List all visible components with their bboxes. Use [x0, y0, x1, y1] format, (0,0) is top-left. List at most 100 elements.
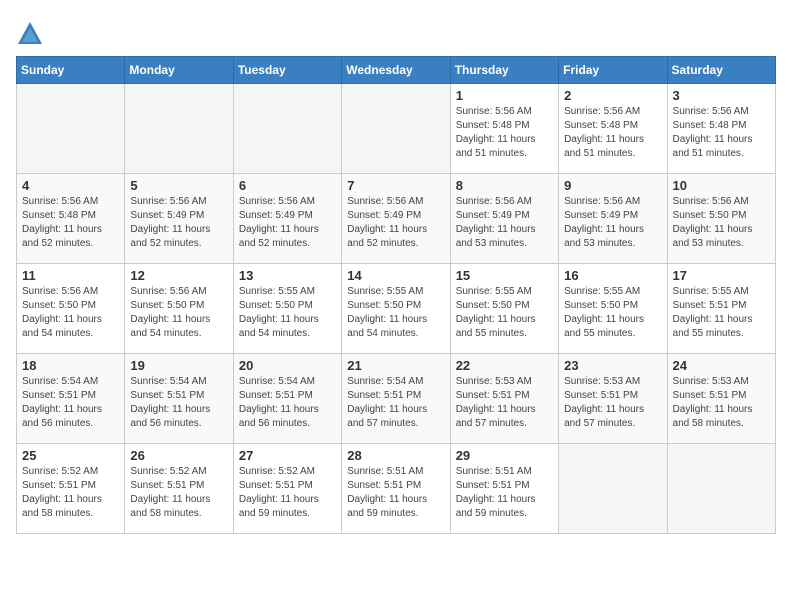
day-number: 21 [347, 358, 444, 373]
day-number: 4 [22, 178, 119, 193]
day-info: Sunrise: 5:55 AM Sunset: 5:50 PM Dayligh… [239, 285, 336, 341]
day-number: 10 [673, 178, 770, 193]
calendar-week-row: 18 Sunrise: 5:54 AM Sunset: 5:51 PM Dayli… [17, 354, 776, 444]
calendar-cell: 14 Sunrise: 5:55 AM Sunset: 5:50 PM Dayli… [342, 264, 450, 354]
day-number: 9 [564, 178, 661, 193]
day-number: 18 [22, 358, 119, 373]
calendar-cell: 9 Sunrise: 5:56 AM Sunset: 5:49 PM Daylig… [559, 174, 667, 264]
day-number: 12 [130, 268, 227, 283]
calendar-cell: 8 Sunrise: 5:56 AM Sunset: 5:49 PM Daylig… [450, 174, 558, 264]
calendar-cell: 10 Sunrise: 5:56 AM Sunset: 5:50 PM Dayli… [667, 174, 775, 264]
day-info: Sunrise: 5:52 AM Sunset: 5:51 PM Dayligh… [130, 465, 227, 521]
calendar-cell: 3 Sunrise: 5:56 AM Sunset: 5:48 PM Daylig… [667, 84, 775, 174]
calendar-cell [233, 84, 341, 174]
day-info: Sunrise: 5:56 AM Sunset: 5:48 PM Dayligh… [673, 105, 770, 161]
calendar-cell: 28 Sunrise: 5:51 AM Sunset: 5:51 PM Dayli… [342, 444, 450, 534]
day-number: 3 [673, 88, 770, 103]
day-number: 2 [564, 88, 661, 103]
day-info: Sunrise: 5:56 AM Sunset: 5:48 PM Dayligh… [22, 195, 119, 251]
calendar-cell: 1Sunrise: 5:56 AM Sunset: 5:48 PM Daylig… [450, 84, 558, 174]
calendar-cell [17, 84, 125, 174]
day-number: 28 [347, 448, 444, 463]
day-info: Sunrise: 5:52 AM Sunset: 5:51 PM Dayligh… [239, 465, 336, 521]
day-number: 26 [130, 448, 227, 463]
day-info: Sunrise: 5:56 AM Sunset: 5:49 PM Dayligh… [239, 195, 336, 251]
day-number: 14 [347, 268, 444, 283]
calendar-cell: 29 Sunrise: 5:51 AM Sunset: 5:51 PM Dayli… [450, 444, 558, 534]
day-info: Sunrise: 5:55 AM Sunset: 5:50 PM Dayligh… [564, 285, 661, 341]
day-info: Sunrise: 5:54 AM Sunset: 5:51 PM Dayligh… [239, 375, 336, 431]
calendar-cell [125, 84, 233, 174]
day-number: 13 [239, 268, 336, 283]
day-number: 23 [564, 358, 661, 373]
logo [16, 20, 48, 48]
calendar-cell: 4 Sunrise: 5:56 AM Sunset: 5:48 PM Daylig… [17, 174, 125, 264]
day-number: 20 [239, 358, 336, 373]
header-wednesday: Wednesday [342, 57, 450, 84]
day-number: 17 [673, 268, 770, 283]
day-number: 29 [456, 448, 553, 463]
day-number: 7 [347, 178, 444, 193]
header-saturday: Saturday [667, 57, 775, 84]
day-info: Sunrise: 5:54 AM Sunset: 5:51 PM Dayligh… [22, 375, 119, 431]
day-number: 15 [456, 268, 553, 283]
calendar-week-row: 11 Sunrise: 5:56 AM Sunset: 5:50 PM Dayli… [17, 264, 776, 354]
day-number: 11 [22, 268, 119, 283]
calendar-cell: 15 Sunrise: 5:55 AM Sunset: 5:50 PM Dayli… [450, 264, 558, 354]
day-info: Sunrise: 5:55 AM Sunset: 5:50 PM Dayligh… [347, 285, 444, 341]
day-info: Sunrise: 5:56 AM Sunset: 5:50 PM Dayligh… [130, 285, 227, 341]
calendar-table: SundayMondayTuesdayWednesdayThursdayFrid… [16, 56, 776, 534]
day-info: Sunrise: 5:56 AM Sunset: 5:50 PM Dayligh… [673, 195, 770, 251]
calendar-week-row: 25 Sunrise: 5:52 AM Sunset: 5:51 PM Dayli… [17, 444, 776, 534]
day-info: Sunrise: 5:55 AM Sunset: 5:51 PM Dayligh… [673, 285, 770, 341]
day-info: Sunrise: 5:56 AM Sunset: 5:50 PM Dayligh… [22, 285, 119, 341]
day-info: Sunrise: 5:53 AM Sunset: 5:51 PM Dayligh… [564, 375, 661, 431]
header-friday: Friday [559, 57, 667, 84]
calendar-cell: 26 Sunrise: 5:52 AM Sunset: 5:51 PM Dayli… [125, 444, 233, 534]
day-number: 22 [456, 358, 553, 373]
day-info: Sunrise: 5:56 AM Sunset: 5:49 PM Dayligh… [564, 195, 661, 251]
calendar-cell: 22Sunrise: 5:53 AM Sunset: 5:51 PM Dayli… [450, 354, 558, 444]
day-info: Sunrise: 5:53 AM Sunset: 5:51 PM Dayligh… [673, 375, 770, 431]
calendar-cell: 18 Sunrise: 5:54 AM Sunset: 5:51 PM Dayli… [17, 354, 125, 444]
day-number: 5 [130, 178, 227, 193]
calendar-cell: 2Sunrise: 5:56 AM Sunset: 5:48 PM Daylig… [559, 84, 667, 174]
calendar-cell: 24Sunrise: 5:53 AM Sunset: 5:51 PM Dayli… [667, 354, 775, 444]
calendar-cell: 11 Sunrise: 5:56 AM Sunset: 5:50 PM Dayli… [17, 264, 125, 354]
day-info: Sunrise: 5:56 AM Sunset: 5:49 PM Dayligh… [130, 195, 227, 251]
calendar-cell: 12 Sunrise: 5:56 AM Sunset: 5:50 PM Dayli… [125, 264, 233, 354]
calendar-cell: 23 Sunrise: 5:53 AM Sunset: 5:51 PM Dayli… [559, 354, 667, 444]
calendar-cell [559, 444, 667, 534]
day-info: Sunrise: 5:56 AM Sunset: 5:49 PM Dayligh… [347, 195, 444, 251]
calendar-cell: 25 Sunrise: 5:52 AM Sunset: 5:51 PM Dayli… [17, 444, 125, 534]
calendar-cell: 20 Sunrise: 5:54 AM Sunset: 5:51 PM Dayli… [233, 354, 341, 444]
calendar-week-row: 4 Sunrise: 5:56 AM Sunset: 5:48 PM Daylig… [17, 174, 776, 264]
page-header [16, 16, 776, 48]
day-number: 8 [456, 178, 553, 193]
calendar-cell: 7 Sunrise: 5:56 AM Sunset: 5:49 PM Daylig… [342, 174, 450, 264]
day-info: Sunrise: 5:51 AM Sunset: 5:51 PM Dayligh… [456, 465, 553, 521]
day-info: Sunrise: 5:54 AM Sunset: 5:51 PM Dayligh… [347, 375, 444, 431]
day-info: Sunrise: 5:56 AM Sunset: 5:49 PM Dayligh… [456, 195, 553, 251]
calendar-cell: 5 Sunrise: 5:56 AM Sunset: 5:49 PM Daylig… [125, 174, 233, 264]
calendar-week-row: 1 Sunrise: 5:56 AM Sunset: 5:48 PM Daylig… [17, 84, 776, 174]
day-number: 1 [456, 88, 553, 103]
logo-icon [16, 20, 44, 48]
day-info: Sunrise: 5:52 AM Sunset: 5:51 PM Dayligh… [22, 465, 119, 521]
header-tuesday: Tuesday [233, 57, 341, 84]
calendar-cell [342, 84, 450, 174]
day-info: Sunrise: 5:55 AM Sunset: 5:50 PM Dayligh… [456, 285, 553, 341]
day-info: Sunrise: 5:51 AM Sunset: 5:51 PM Dayligh… [347, 465, 444, 521]
calendar-cell: 6 Sunrise: 5:56 AM Sunset: 5:49 PM Daylig… [233, 174, 341, 264]
day-number: 25 [22, 448, 119, 463]
header-thursday: Thursday [450, 57, 558, 84]
day-number: 16 [564, 268, 661, 283]
calendar-cell: 27 Sunrise: 5:52 AM Sunset: 5:51 PM Dayli… [233, 444, 341, 534]
day-number: 6 [239, 178, 336, 193]
day-number: 27 [239, 448, 336, 463]
calendar-cell: 16 Sunrise: 5:55 AM Sunset: 5:50 PM Dayli… [559, 264, 667, 354]
calendar-cell: 21 Sunrise: 5:54 AM Sunset: 5:51 PM Dayli… [342, 354, 450, 444]
day-number: 19 [130, 358, 227, 373]
header-monday: Monday [125, 57, 233, 84]
day-info: Sunrise: 5:54 AM Sunset: 5:51 PM Dayligh… [130, 375, 227, 431]
